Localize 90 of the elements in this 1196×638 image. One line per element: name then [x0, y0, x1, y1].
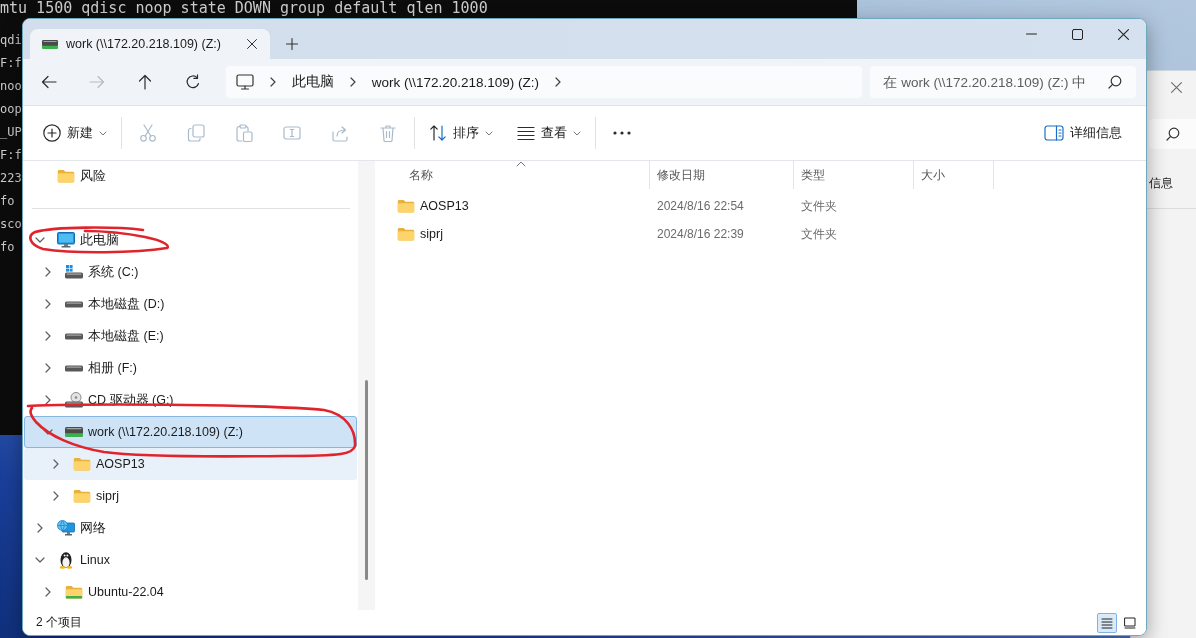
chevron-right-icon[interactable] — [37, 523, 43, 533]
penguin-icon — [59, 551, 73, 569]
chevron-right-icon — [555, 77, 561, 87]
terminal-line: F:f — [0, 55, 22, 72]
column-header[interactable]: 类型 — [794, 161, 914, 189]
tree-item[interactable]: work (\\172.20.218.109) (Z:) — [24, 416, 357, 448]
scrollbar-thumb[interactable] — [365, 380, 368, 580]
monitor-icon — [57, 232, 75, 248]
terminal-line: fo — [0, 193, 15, 210]
terminal-line: fo — [0, 239, 15, 256]
network-icon — [57, 520, 75, 536]
folder-icon — [65, 585, 83, 599]
chevron-down-icon[interactable] — [35, 237, 45, 243]
tile-icon — [1124, 616, 1136, 629]
tree-item[interactable]: 本地磁盘 (E:) — [24, 320, 357, 352]
column-header[interactable]: 修改日期 — [650, 161, 794, 189]
close-icon — [1117, 28, 1129, 40]
close-icon[interactable] — [1171, 82, 1182, 93]
chevron-down-icon[interactable] — [35, 557, 45, 563]
list-icon — [1101, 616, 1113, 629]
tree-item[interactable]: Linux — [24, 544, 357, 576]
tree-item[interactable]: Ubuntu-22.04 — [24, 576, 357, 608]
folder-icon — [57, 169, 75, 183]
chevron-right-icon[interactable] — [45, 331, 51, 341]
drive-icon — [65, 364, 83, 372]
search-field[interactable] — [1149, 119, 1196, 149]
sort-caret-icon — [516, 161, 526, 167]
chevron-right-icon[interactable] — [45, 587, 51, 597]
network-drive-icon — [42, 39, 58, 49]
details-view-button[interactable] — [1097, 612, 1117, 633]
terminal-line: noo — [0, 78, 22, 95]
tree-item[interactable]: 系统 (C:) — [24, 256, 357, 288]
disc-drive-icon — [65, 392, 83, 408]
search-field[interactable]: 在 work (\\172.20.218.109) (Z:) 中 — [870, 66, 1136, 98]
item-count: 2 个项目 — [36, 614, 82, 631]
network-drive-icon — [65, 427, 83, 437]
chevron-right-icon[interactable] — [45, 267, 51, 277]
modified-date: 2024/8/16 22:54 — [657, 199, 744, 213]
breadcrumb[interactable]: 此电脑 — [291, 73, 334, 91]
file-name[interactable]: AOSP13 — [420, 199, 469, 213]
folder-icon — [73, 489, 91, 503]
column-header[interactable]: 大小 — [914, 161, 994, 189]
chevron-right-icon[interactable] — [45, 299, 51, 309]
folder-icon — [397, 199, 415, 213]
close-icon — [247, 39, 257, 49]
plus-icon — [286, 38, 298, 50]
quick-access-item[interactable]: 风险 — [24, 160, 357, 192]
chevron-right-icon[interactable] — [45, 363, 51, 373]
search-icon — [1166, 127, 1180, 141]
view-button[interactable]: 查看 — [509, 115, 589, 151]
tab[interactable]: work (\\172.20.218.109) (Z:) — [30, 29, 270, 59]
tree-item[interactable]: 网络 — [24, 512, 357, 544]
tree-item[interactable]: AOSP13 — [24, 448, 357, 480]
file-type: 文件夹 — [801, 225, 837, 243]
tree-item[interactable]: 此电脑 — [24, 224, 357, 256]
chevron-right-icon — [349, 77, 356, 87]
modified-date: 2024/8/16 22:39 — [657, 227, 744, 241]
minimize-icon — [1025, 33, 1037, 35]
terminal-line: sco — [0, 216, 22, 233]
pane-label: 信息 — [1149, 175, 1173, 192]
terminal-line: oop — [0, 101, 22, 118]
file-name[interactable]: siprj — [420, 227, 443, 241]
panel-icon — [1044, 125, 1064, 141]
drive-icon — [65, 300, 83, 308]
chevron-right-icon[interactable] — [53, 459, 59, 469]
terminal-line: 223 — [0, 170, 22, 187]
tree-item[interactable]: 相册 (F:) — [24, 352, 357, 384]
new-button[interactable]: 新建 — [35, 115, 115, 151]
terminal-line: _UP — [0, 124, 22, 141]
breadcrumb[interactable]: work (\\172.20.218.109) (Z:) — [371, 74, 539, 90]
drive-icon — [65, 265, 83, 279]
file-type: 文件夹 — [801, 197, 837, 215]
folder-icon — [73, 457, 91, 471]
maximize-icon — [1071, 28, 1083, 40]
monitor-icon — [235, 74, 254, 90]
chevron-right-icon — [269, 77, 276, 87]
chevron-right-icon[interactable] — [45, 395, 51, 405]
details-pane-button[interactable]: 详细信息 — [1036, 115, 1130, 151]
chevron-right-icon[interactable] — [53, 491, 59, 501]
terminal-line: qdi — [0, 32, 22, 49]
address-bar[interactable]: 此电脑 work (\\172.20.218.109) (Z:) — [225, 66, 863, 98]
drive-icon — [65, 332, 83, 340]
column-header[interactable]: 名称 — [375, 161, 650, 189]
tree-item[interactable]: siprj — [24, 480, 357, 512]
terminal-line: mtu 1500 qdisc noop state DOWN group default qlen 1000 — [0, 0, 488, 16]
sort-button[interactable]: 排序 — [421, 115, 501, 151]
terminal-line: F:f — [0, 147, 22, 164]
tree-item[interactable]: 本地磁盘 (D:) — [24, 288, 357, 320]
folder-icon — [397, 227, 415, 241]
search-icon — [1108, 75, 1122, 89]
